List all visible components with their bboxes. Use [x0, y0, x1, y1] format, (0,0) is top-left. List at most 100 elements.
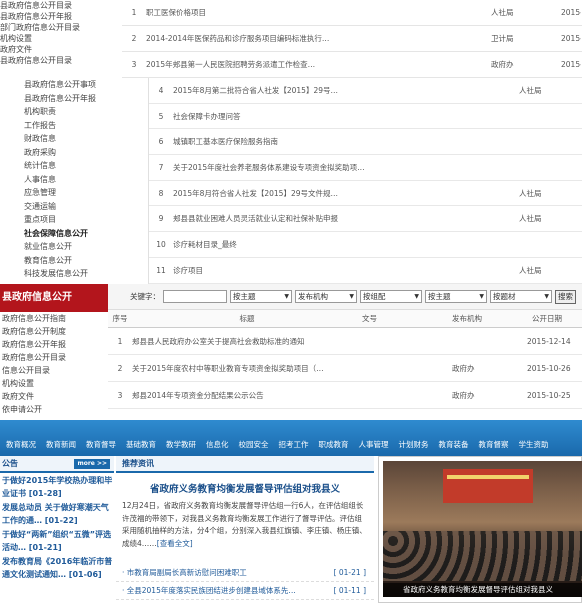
- row-title-link[interactable]: 社会保障卡办理问答: [173, 111, 519, 122]
- headline-link[interactable]: 省政府义务教育均衡发展督导评估组对我县义: [116, 481, 374, 495]
- tree-nav-middle: 县政府信息公开事项 县政府信息公开年报 机构职责 工作报告 财政信息 政府采购 统计信息 人事…: [0, 78, 148, 284]
- table-header: 序号 标题 文号 发布机构 公开日期: [108, 310, 582, 328]
- tree-item[interactable]: 信息公开目录: [0, 364, 108, 377]
- filter-select[interactable]: 按主题 ▼: [425, 290, 487, 303]
- tree-item[interactable]: 县政府信息公开目录: [0, 55, 122, 66]
- row-title-link[interactable]: 诊疗耗材目录_最终: [173, 239, 519, 250]
- keyword-input[interactable]: [163, 290, 227, 303]
- row-title-link[interactable]: 2015年8月第二批符合省人社发【2015】29号…: [173, 85, 519, 96]
- row-title-link[interactable]: 城镇职工基本医疗保险服务指南: [173, 136, 519, 147]
- nav-item[interactable]: 教育督察: [479, 439, 509, 450]
- tree-item[interactable]: 政府信息公开年报: [0, 338, 108, 351]
- nav-item[interactable]: 教育督导: [86, 439, 116, 450]
- tree-item[interactable]: 机构职责: [24, 105, 148, 119]
- nav-item[interactable]: 教育概况: [6, 439, 36, 450]
- tree-item[interactable]: 政府文件: [0, 390, 108, 403]
- tree-item[interactable]: 工作报告: [24, 119, 148, 133]
- more-link[interactable]: more >>: [74, 459, 110, 469]
- nav-item[interactable]: 信息化: [206, 439, 229, 450]
- row-title-link[interactable]: 郏县2014年专项资金分配结果公示公告: [132, 390, 452, 401]
- row-title-link[interactable]: 关于2015年度社会养老服务体系建设专项资金拟奖助项…: [173, 162, 519, 173]
- filter-select[interactable]: 发布机构 ▼: [295, 290, 357, 303]
- nav-item[interactable]: 人事管理: [359, 439, 389, 450]
- table-row[interactable]: 4 2015年8月第二批符合省人社发【2015】29号… 人社局: [149, 78, 582, 104]
- table-row[interactable]: 1 郏县县人民政府办公室关于提高社会救助标准的通知 2015-12-14: [108, 328, 582, 355]
- table-row[interactable]: 3 2015年郏县第一人民医院招聘劳务派遣工作检查…政府办 2015-0: [122, 52, 582, 78]
- news-title-link[interactable]: · 全县2015年度落实民族团结进步创建县域体系先…: [122, 582, 296, 599]
- tree-item[interactable]: 政府信息公开指南: [0, 312, 108, 325]
- nav-item[interactable]: 教学教研: [166, 439, 196, 450]
- row-num: 6: [158, 137, 164, 147]
- notice-item-link[interactable]: 发展总动员 关于做好寒潮天气工作的通… [01-22]: [0, 502, 114, 527]
- table-row[interactable]: 8 2015年8月符合省人社发【2015】29号文件规… 人社局: [149, 181, 582, 207]
- row-title-link[interactable]: 2014-2014年医保药品和诊疗服务项目编码标准执行…: [146, 33, 491, 44]
- row-num: 11: [156, 265, 166, 275]
- row-num: 10: [156, 239, 166, 249]
- tree-item[interactable]: 依申请公开: [0, 403, 108, 416]
- news-item[interactable]: · 市教育局副局长高新访慰问困难职工 [ 01-21 ]: [116, 564, 374, 582]
- table-row[interactable]: 6 城镇职工基本医疗保险服务指南: [149, 129, 582, 156]
- tree-item[interactable]: 科技发展信息公开: [24, 267, 148, 281]
- nav-item[interactable]: 职成教育: [319, 439, 349, 450]
- tree-item[interactable]: 机构设置: [0, 33, 122, 44]
- table-row[interactable]: 2 关于2015年度农村中等职业教育专项资金拟奖助项目（… 政府办 2015-10-2…: [108, 355, 582, 382]
- news-photo[interactable]: 省政府义务教育均衡发展督导评估组对我县义: [383, 461, 582, 597]
- notice-item-link[interactable]: 发布教育局《2016年临沂市普通文化测试通知… [01-06]: [0, 556, 114, 581]
- nav-item[interactable]: 计划财务: [399, 439, 429, 450]
- nav-item[interactable]: 招考工作: [279, 439, 309, 450]
- tree-item[interactable]: 就业信息公开: [24, 240, 148, 254]
- nav-item[interactable]: 学生资助: [519, 439, 549, 450]
- row-title-link[interactable]: 职工医保价格项目: [146, 7, 491, 18]
- tree-item[interactable]: 教育信息公开: [24, 254, 148, 268]
- filter-select[interactable]: 按组配 ▼: [360, 290, 422, 303]
- tree-item[interactable]: 交通运输: [24, 200, 148, 214]
- row-title-link[interactable]: 郏县县就业困难人员灵活就业认定和社保补贴申报: [173, 213, 519, 224]
- news-item[interactable]: · 全县2015年度落实民族团结进步创建县域体系先… [ 01-11 ]: [116, 582, 374, 600]
- row-title-link[interactable]: 郏县县人民政府办公室关于提高社会救助标准的通知: [132, 336, 452, 347]
- tree-item[interactable]: 重点项目: [24, 213, 148, 227]
- table-row[interactable]: 3 郏县2014年专项资金分配结果公示公告 政府办 2015-10-25: [108, 382, 582, 409]
- nav-item[interactable]: 基础教育: [126, 439, 156, 450]
- tree-item[interactable]: 政府文件: [0, 44, 122, 55]
- filter-select[interactable]: 按题材 ▼: [490, 290, 552, 303]
- tree-item[interactable]: 县政府信息公开事项: [24, 78, 148, 92]
- table-row[interactable]: 2 2014-2014年医保药品和诊疗服务项目编码标准执行…卫计局 2015-1: [122, 26, 582, 52]
- tree-item[interactable]: 部门政府信息公开目录: [0, 22, 122, 33]
- table-row[interactable]: 5 社会保障卡办理问答: [149, 104, 582, 130]
- table-row[interactable]: 11 诊疗项目 人社局: [149, 258, 582, 284]
- tree-item[interactable]: 政府信息公开制度: [0, 325, 108, 338]
- table-row[interactable]: 10 诊疗耗材目录_最终: [149, 232, 582, 258]
- tree-item[interactable]: 机构设置: [0, 377, 108, 390]
- nav-item[interactable]: 教育新闻: [46, 439, 76, 450]
- tree-item[interactable]: 县政府信息公开年报: [0, 11, 122, 22]
- tree-item[interactable]: 人事信息: [24, 173, 148, 187]
- row-title-link[interactable]: 2015年8月符合省人社发【2015】29号文件规…: [173, 188, 519, 199]
- tree-item[interactable]: 县政府信息公开年报: [24, 92, 148, 106]
- col-doc: 文号: [362, 314, 377, 323]
- row-date: 2015-10-25: [527, 390, 571, 400]
- row-title-link[interactable]: 诊疗项目: [173, 265, 519, 276]
- search-button[interactable]: 搜索: [555, 289, 576, 304]
- news-title-link[interactable]: · 市教育局副局长高新访慰问困难职工: [122, 564, 247, 581]
- table-row[interactable]: 7 关于2015年度社会养老服务体系建设专项资金拟奖助项…: [149, 155, 582, 181]
- read-more-link[interactable]: [查看全文]: [157, 539, 193, 548]
- tree-item[interactable]: 财政信息: [24, 132, 148, 146]
- row-num: 2: [131, 34, 137, 43]
- table-row[interactable]: 1 职工医保价格项目人社局 2015-1: [122, 0, 582, 26]
- tree-item[interactable]: 统计信息: [24, 159, 148, 173]
- tree-item[interactable]: 政府采购: [24, 146, 148, 160]
- tree-item[interactable]: 应急管理: [24, 186, 148, 200]
- table-row[interactable]: 9 郏县县就业困难人员灵活就业认定和社保补贴申报 人社局: [149, 206, 582, 233]
- photo-slider[interactable]: 省政府义务教育均衡发展督导评估组对我县义: [378, 456, 582, 603]
- tree-item[interactable]: 政府信息公开目录: [0, 351, 108, 364]
- row-title-link[interactable]: 关于2015年度农村中等职业教育专项资金拟奖助项目（…: [132, 363, 452, 374]
- row-num: 2: [117, 363, 123, 373]
- nav-item[interactable]: 教育装备: [439, 439, 469, 450]
- notice-item-link[interactable]: 于做好2015年学校热办理和毕业证书 [01-28]: [0, 475, 114, 500]
- notice-item-link[interactable]: 于做好“两新”组织“五微”评选活动… [01-21]: [0, 529, 114, 554]
- nav-item[interactable]: 校园安全: [239, 439, 269, 450]
- tree-item[interactable]: 社会保障信息公开: [24, 227, 148, 241]
- tree-item[interactable]: 县政府信息公开目录: [0, 0, 122, 11]
- filter-select[interactable]: 按主题 ▼: [230, 290, 292, 303]
- row-title-link[interactable]: 2015年郏县第一人民医院招聘劳务派遣工作检查…: [146, 59, 491, 70]
